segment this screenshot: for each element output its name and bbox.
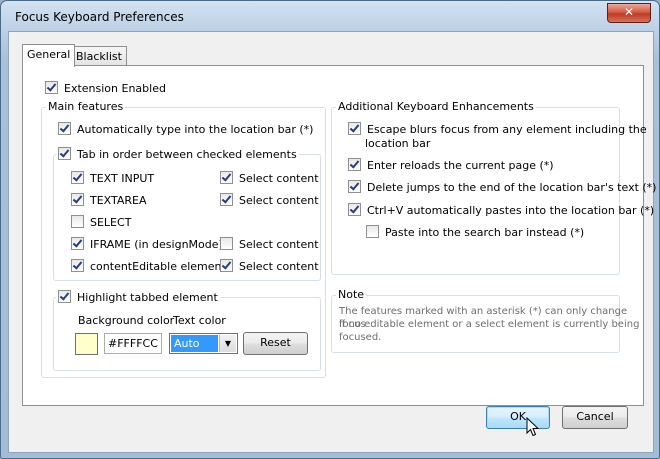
contenteditable-label: contentEditable elements xyxy=(90,260,232,273)
checkbox-box[interactable] xyxy=(58,147,71,160)
select-label: SELECT xyxy=(90,216,132,229)
checkbox-box[interactable] xyxy=(71,237,84,250)
background-color-input[interactable]: #FFFFCC xyxy=(104,333,162,354)
tab-general-label: General xyxy=(27,48,71,61)
title-bar[interactable]: Focus Keyboard Preferences ✕ xyxy=(1,1,659,31)
reset-button[interactable]: Reset xyxy=(243,332,308,355)
checkbox-box[interactable] xyxy=(58,122,71,135)
general-tab-panel: Extension Enabled Main features Automati… xyxy=(22,65,656,406)
iframe-label: IFRAME (in designMode) xyxy=(90,238,223,251)
select-content-label: Select content xyxy=(239,260,319,273)
text-input-label: TEXT INPUT xyxy=(90,172,155,185)
close-icon: ✕ xyxy=(623,5,635,19)
chevron-down-icon[interactable]: ▼ xyxy=(219,335,236,352)
checkbox-box[interactable] xyxy=(71,193,84,206)
extension-enabled-label: Extension Enabled xyxy=(64,82,166,95)
tab-blacklist[interactable]: Blacklist xyxy=(71,46,127,66)
delete-jumps-label: Delete jumps to the end of the location … xyxy=(367,181,657,194)
highlight-checkbox[interactable]: Highlight tabbed element xyxy=(56,290,220,304)
enter-reloads-label: Enter reloads the current page (*) xyxy=(367,159,554,172)
highlight-label: Highlight tabbed element xyxy=(77,291,218,304)
background-color-label: Background color xyxy=(78,314,175,327)
tab-general[interactable]: General xyxy=(22,44,76,67)
tab-order-label: Tab in order between checked elements xyxy=(77,148,297,161)
background-color-swatch[interactable] xyxy=(75,333,98,355)
checkbox-box[interactable] xyxy=(348,158,361,171)
checkbox-box[interactable] xyxy=(71,171,84,184)
checkbox-box[interactable] xyxy=(220,171,233,184)
text-color-select[interactable]: Auto ▼ xyxy=(169,333,238,354)
checkbox-box[interactable] xyxy=(58,290,71,303)
tab-order-checkbox[interactable]: Tab in order between checked elements xyxy=(56,147,299,161)
escape-blurs-checkbox[interactable]: Escape blurs focus from any element incl… xyxy=(348,122,647,138)
additional-enhancements-title: Additional Keyboard Enhancements xyxy=(336,100,536,113)
paste-search-bar-label: Paste into the search bar instead (*) xyxy=(385,226,585,239)
note-text-line3: focused. xyxy=(339,332,382,343)
auto-type-label: Automatically type into the location bar… xyxy=(77,123,314,136)
checkbox-box[interactable] xyxy=(220,237,233,250)
window-title: Focus Keyboard Preferences xyxy=(15,10,184,24)
paste-search-bar-checkbox[interactable]: Paste into the search bar instead (*) xyxy=(366,225,584,241)
checkbox-box[interactable] xyxy=(71,215,84,228)
checkbox-box[interactable] xyxy=(366,225,379,238)
dialog-client-area: General Blacklist Extension Enabled Main… xyxy=(8,31,656,453)
select-content-label: Select content xyxy=(239,238,319,251)
preferences-window: Focus Keyboard Preferences ✕ General Bla… xyxy=(0,0,660,459)
text-input-select-content-checkbox[interactable]: Select content xyxy=(220,171,319,187)
checkbox-box[interactable] xyxy=(220,259,233,272)
text-color-value: Auto xyxy=(171,335,218,352)
mouse-cursor-icon xyxy=(526,417,540,437)
contenteditable-checkbox[interactable]: contentEditable elements xyxy=(71,259,232,275)
main-features-title: Main features xyxy=(46,100,126,113)
text-input-checkbox[interactable]: TEXT INPUT xyxy=(71,171,154,187)
enter-reloads-checkbox[interactable]: Enter reloads the current page (*) xyxy=(348,158,554,174)
textarea-select-content-checkbox[interactable]: Select content xyxy=(220,193,319,209)
auto-type-checkbox[interactable]: Automatically type into the location bar… xyxy=(58,122,313,138)
cancel-button[interactable]: Cancel xyxy=(562,406,628,429)
text-color-label: Text color xyxy=(173,314,226,327)
checkbox-box[interactable] xyxy=(348,180,361,193)
contenteditable-select-content-checkbox[interactable]: Select content xyxy=(220,259,319,275)
escape-blurs-label: Escape blurs focus from any element incl… xyxy=(367,123,647,136)
ok-button[interactable]: OK xyxy=(486,406,550,429)
tab-blacklist-label: Blacklist xyxy=(76,50,122,63)
iframe-checkbox[interactable]: IFRAME (in designMode) xyxy=(71,237,223,253)
checkbox-box[interactable] xyxy=(45,81,58,94)
checkbox-box[interactable] xyxy=(348,122,361,135)
textarea-label: TEXTAREA xyxy=(90,194,147,207)
note-text-line2: if no editable element or a select eleme… xyxy=(339,319,640,330)
ctrl-v-pastes-checkbox[interactable]: Ctrl+V automatically pastes into the loc… xyxy=(348,203,654,219)
iframe-select-content-checkbox[interactable]: Select content xyxy=(220,237,319,253)
select-checkbox[interactable]: SELECT xyxy=(71,215,131,231)
checkbox-box[interactable] xyxy=(348,203,361,216)
checkbox-box[interactable] xyxy=(220,193,233,206)
select-content-label: Select content xyxy=(239,172,319,185)
ctrl-v-pastes-label: Ctrl+V automatically pastes into the loc… xyxy=(367,204,655,217)
select-content-label: Select content xyxy=(239,194,319,207)
escape-blurs-label-line2: location bar xyxy=(365,137,431,150)
close-button[interactable]: ✕ xyxy=(607,3,651,23)
extension-enabled-checkbox[interactable]: Extension Enabled xyxy=(45,81,166,97)
textarea-checkbox[interactable]: TEXTAREA xyxy=(71,193,147,209)
delete-jumps-checkbox[interactable]: Delete jumps to the end of the location … xyxy=(348,180,656,196)
checkbox-box[interactable] xyxy=(71,259,84,272)
note-title: Note xyxy=(336,288,367,301)
